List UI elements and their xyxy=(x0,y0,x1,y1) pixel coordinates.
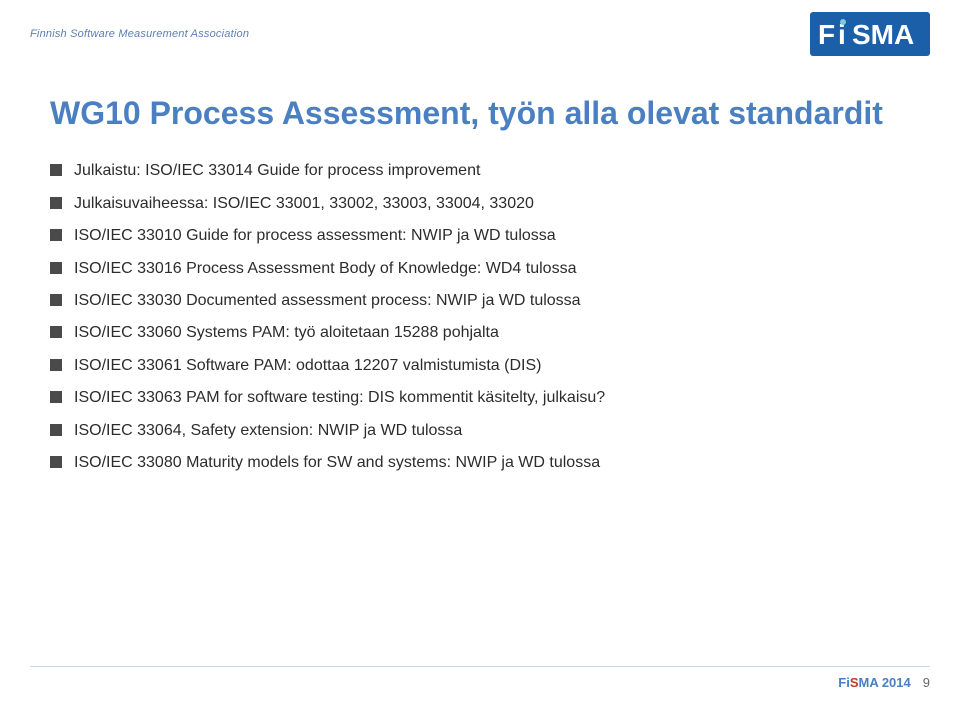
list-item: Julkaisuvaiheessa: ISO/IEC 33001, 33002,… xyxy=(50,193,910,215)
bullet-text: Julkaistu: ISO/IEC 33014 Guide for proce… xyxy=(74,160,910,182)
footer-divider xyxy=(30,666,930,667)
bullet-icon xyxy=(50,229,62,241)
bullet-text: ISO/IEC 33030 Documented assessment proc… xyxy=(74,290,910,312)
list-item: ISO/IEC 33063 PAM for software testing: … xyxy=(50,387,910,409)
org-name: Finnish Software Measurement Association xyxy=(30,28,249,40)
bullet-text: ISO/IEC 33064, Safety extension: NWIP ja… xyxy=(74,420,910,442)
bullet-icon xyxy=(50,424,62,436)
list-item: ISO/IEC 33030 Documented assessment proc… xyxy=(50,290,910,312)
list-item: ISO/IEC 33061 Software PAM: odottaa 1220… xyxy=(50,355,910,377)
bullet-icon xyxy=(50,391,62,403)
bullet-text: Julkaisuvaiheessa: ISO/IEC 33001, 33002,… xyxy=(74,193,910,215)
bullet-icon xyxy=(50,326,62,338)
logo-container: F i SMA xyxy=(810,12,930,56)
list-item: ISO/IEC 33064, Safety extension: NWIP ja… xyxy=(50,420,910,442)
bullet-list: Julkaistu: ISO/IEC 33014 Guide for proce… xyxy=(50,160,910,474)
svg-text:SMA: SMA xyxy=(852,19,914,50)
page-title: WG10 Process Assessment, työn alla oleva… xyxy=(50,94,910,132)
main-content: WG10 Process Assessment, työn alla oleva… xyxy=(0,64,960,504)
bullet-text: ISO/IEC 33010 Guide for process assessme… xyxy=(74,225,910,247)
bullet-icon xyxy=(50,456,62,468)
footer-brand: FiSMA 2014 xyxy=(838,675,911,690)
list-item: ISO/IEC 33010 Guide for process assessme… xyxy=(50,225,910,247)
page-number: 9 xyxy=(923,675,930,690)
list-item: Julkaistu: ISO/IEC 33014 Guide for proce… xyxy=(50,160,910,182)
bullet-text: ISO/IEC 33061 Software PAM: odottaa 1220… xyxy=(74,355,910,377)
bullet-text: ISO/IEC 33063 PAM for software testing: … xyxy=(74,387,910,409)
bullet-icon xyxy=(50,359,62,371)
footer: FiSMA 2014 9 xyxy=(838,675,930,690)
header: Finnish Software Measurement Association… xyxy=(0,0,960,64)
bullet-icon xyxy=(50,164,62,176)
list-item: ISO/IEC 33016 Process Assessment Body of… xyxy=(50,258,910,280)
list-item: ISO/IEC 33060 Systems PAM: työ aloitetaa… xyxy=(50,322,910,344)
bullet-icon xyxy=(50,197,62,209)
fisma-logo: F i SMA xyxy=(810,12,930,56)
bullet-text: ISO/IEC 33060 Systems PAM: työ aloitetaa… xyxy=(74,322,910,344)
bullet-text: ISO/IEC 33080 Maturity models for SW and… xyxy=(74,452,910,474)
bullet-icon xyxy=(50,294,62,306)
bullet-icon xyxy=(50,262,62,274)
svg-text:F: F xyxy=(818,19,835,50)
bullet-text: ISO/IEC 33016 Process Assessment Body of… xyxy=(74,258,910,280)
list-item: ISO/IEC 33080 Maturity models for SW and… xyxy=(50,452,910,474)
